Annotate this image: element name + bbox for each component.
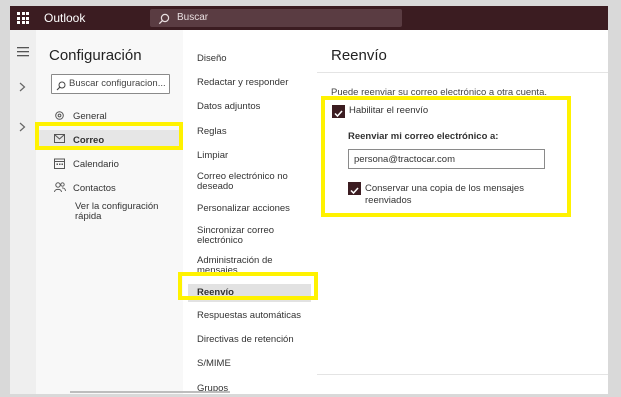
mail-nav-item[interactable]: Datos adjuntos bbox=[197, 102, 307, 112]
settings-title: Configuración bbox=[49, 47, 142, 64]
category-label: General bbox=[73, 111, 107, 122]
chevron-right-icon[interactable] bbox=[19, 82, 26, 95]
search-box[interactable]: Buscar bbox=[150, 9, 402, 27]
category-label: Calendario bbox=[73, 159, 119, 170]
highlight-forwarding-settings bbox=[321, 96, 571, 217]
top-bar: Outlook Buscar bbox=[10, 6, 608, 30]
calendar-icon bbox=[54, 158, 65, 172]
mail-nav-item[interactable]: Directivas de retención bbox=[197, 335, 307, 345]
mail-nav-item[interactable]: Redactar y responder bbox=[197, 78, 307, 88]
category-label: Contactos bbox=[73, 183, 116, 194]
horizontal-scrollbar[interactable] bbox=[70, 391, 230, 393]
settings-search-input[interactable]: Buscar configuracion... bbox=[51, 74, 170, 94]
hamburger-icon[interactable] bbox=[17, 47, 29, 60]
bottom-divider bbox=[317, 374, 608, 375]
mail-nav-item[interactable]: Sincronizar correo electrónico bbox=[197, 226, 307, 246]
people-icon bbox=[54, 182, 66, 196]
chevron-right-icon[interactable] bbox=[19, 122, 26, 135]
mail-nav-item[interactable]: Diseño bbox=[197, 54, 307, 64]
app-launcher-icon[interactable] bbox=[17, 12, 29, 24]
category-contactos[interactable]: Contactos bbox=[36, 178, 183, 198]
settings-categories-panel: Configuración Buscar configuracion... Ge… bbox=[36, 30, 183, 394]
search-placeholder: Buscar bbox=[177, 12, 209, 23]
mail-nav-item[interactable]: Reglas bbox=[197, 127, 307, 137]
highlight-reenvio bbox=[178, 272, 318, 300]
divider bbox=[317, 72, 608, 73]
mail-nav-item[interactable]: Respuestas automáticas bbox=[197, 311, 307, 321]
mail-nav-item[interactable]: S/MIME bbox=[197, 359, 307, 369]
left-rail bbox=[10, 30, 36, 394]
search-icon bbox=[56, 78, 66, 96]
search-icon bbox=[158, 12, 170, 30]
mail-nav-item[interactable]: Personalizar acciones bbox=[197, 204, 307, 214]
outlook-window: Outlook Buscar Configuración Buscar conf… bbox=[10, 6, 608, 394]
quick-settings-link[interactable]: Ver la configuración rápida bbox=[36, 200, 183, 224]
category-calendario[interactable]: Calendario bbox=[36, 154, 183, 174]
mail-nav-item[interactable]: Correo electrónico no deseado bbox=[197, 172, 307, 192]
quick-settings-label: Ver la configuración rápida bbox=[75, 201, 159, 222]
app-title: Outlook bbox=[44, 11, 86, 25]
mail-settings-nav: Diseño Redactar y responder Datos adjunt… bbox=[183, 30, 317, 394]
mail-nav-item[interactable]: Limpiar bbox=[197, 151, 307, 161]
settings-search-placeholder: Buscar configuracion... bbox=[69, 78, 166, 89]
forwarding-title: Reenvío bbox=[331, 47, 387, 64]
highlight-correo bbox=[35, 122, 183, 150]
